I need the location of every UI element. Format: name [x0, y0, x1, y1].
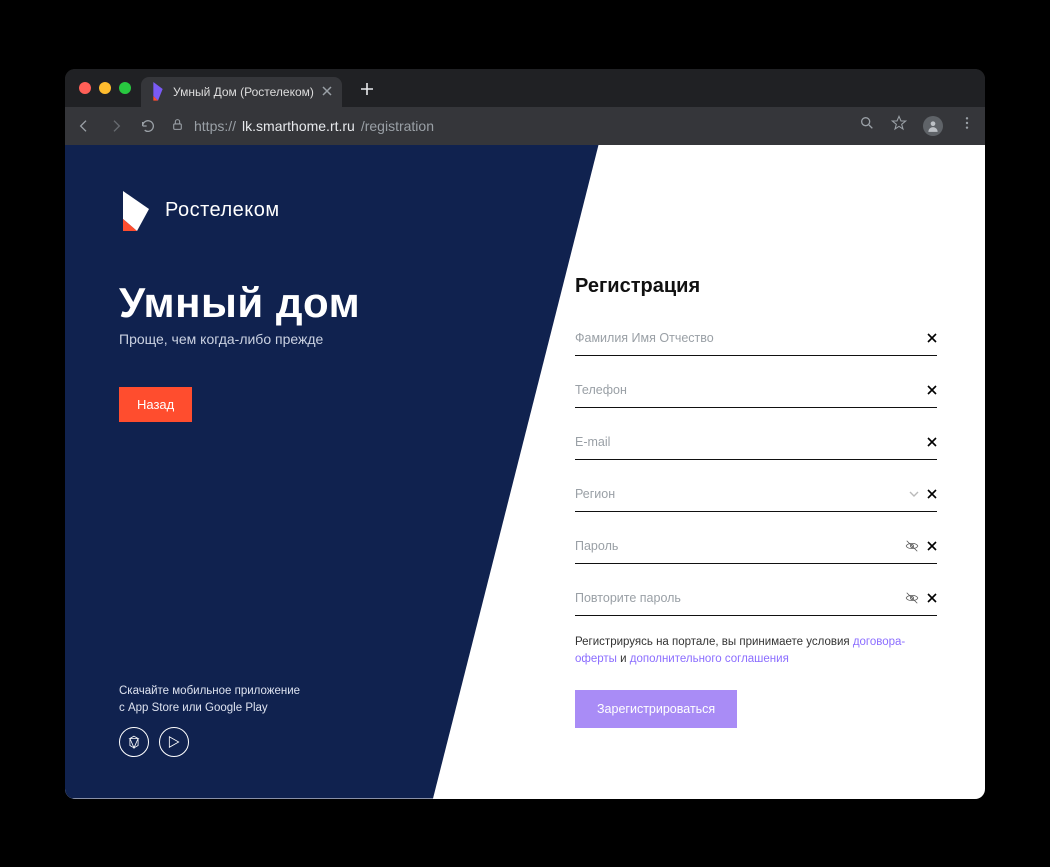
registration-form: Регистрация [575, 145, 985, 799]
password-confirm-field[interactable] [575, 585, 937, 611]
clear-icon[interactable] [927, 385, 937, 395]
password-confirm-field-wrap [575, 582, 937, 616]
email-field-wrap [575, 426, 937, 460]
profile-avatar[interactable] [923, 116, 943, 136]
back-button[interactable]: Назад [119, 387, 192, 422]
toolbar-actions [859, 115, 975, 136]
terms-mid: и [617, 653, 630, 665]
page-content: Ростелеком Умный дом Проще, чем когда-ли… [65, 145, 985, 799]
region-field-wrap [575, 478, 937, 512]
bookmark-icon[interactable] [891, 115, 907, 136]
window-controls [75, 82, 131, 94]
phone-field[interactable] [575, 377, 937, 403]
password-field[interactable] [575, 533, 937, 559]
form-title: Регистрация [575, 275, 937, 298]
phone-field-wrap [575, 374, 937, 408]
terms-prefix: Регистрируясь на портале, вы принимаете … [575, 636, 853, 648]
reload-icon[interactable] [139, 117, 157, 135]
zoom-icon[interactable] [859, 115, 875, 136]
lock-icon [171, 118, 184, 134]
clear-icon[interactable] [927, 489, 937, 499]
chevron-down-icon[interactable] [909, 489, 919, 499]
url-host: lk.smarthome.rt.ru [242, 118, 355, 134]
terms-link-agreement[interactable]: дополнительного соглашения [630, 653, 789, 665]
region-field[interactable] [575, 481, 937, 507]
window-maximize-button[interactable] [119, 82, 131, 94]
browser-window: Умный Дом (Ростелеком) https:// lk.smarth… [65, 69, 985, 799]
window-close-button[interactable] [79, 82, 91, 94]
logo-text: Ростелеком [165, 199, 280, 222]
browser-tab[interactable]: Умный Дом (Ростелеком) [141, 77, 342, 107]
window-minimize-button[interactable] [99, 82, 111, 94]
address-bar[interactable]: https:// lk.smarthome.rt.ru/registration [171, 118, 845, 134]
fullname-field[interactable] [575, 325, 937, 351]
fullname-field-wrap [575, 322, 937, 356]
clear-icon[interactable] [927, 593, 937, 603]
appstore-icon[interactable] [119, 727, 149, 757]
tab-bar: Умный Дом (Ростелеком) [65, 69, 985, 107]
googleplay-icon[interactable] [159, 727, 189, 757]
clear-icon[interactable] [927, 541, 937, 551]
eye-icon[interactable] [905, 539, 919, 553]
url-scheme: https:// [194, 118, 236, 134]
url-path: /registration [361, 118, 434, 134]
eye-icon[interactable] [905, 591, 919, 605]
back-icon[interactable] [75, 117, 93, 135]
terms-text: Регистрируясь на портале, вы принимаете … [575, 634, 937, 669]
email-field[interactable] [575, 429, 937, 455]
new-tab-button[interactable] [352, 82, 382, 101]
tab-title: Умный Дом (Ростелеком) [173, 85, 314, 99]
password-field-wrap [575, 530, 937, 564]
tab-close-icon[interactable] [322, 84, 332, 99]
tab-favicon [151, 85, 165, 99]
clear-icon[interactable] [927, 333, 937, 343]
browser-toolbar: https:// lk.smarthome.rt.ru/registration [65, 107, 985, 145]
submit-button[interactable]: Зарегистрироваться [575, 690, 737, 728]
forward-icon[interactable] [107, 117, 125, 135]
clear-icon[interactable] [927, 437, 937, 447]
logo-icon [119, 189, 153, 233]
menu-icon[interactable] [959, 115, 975, 136]
